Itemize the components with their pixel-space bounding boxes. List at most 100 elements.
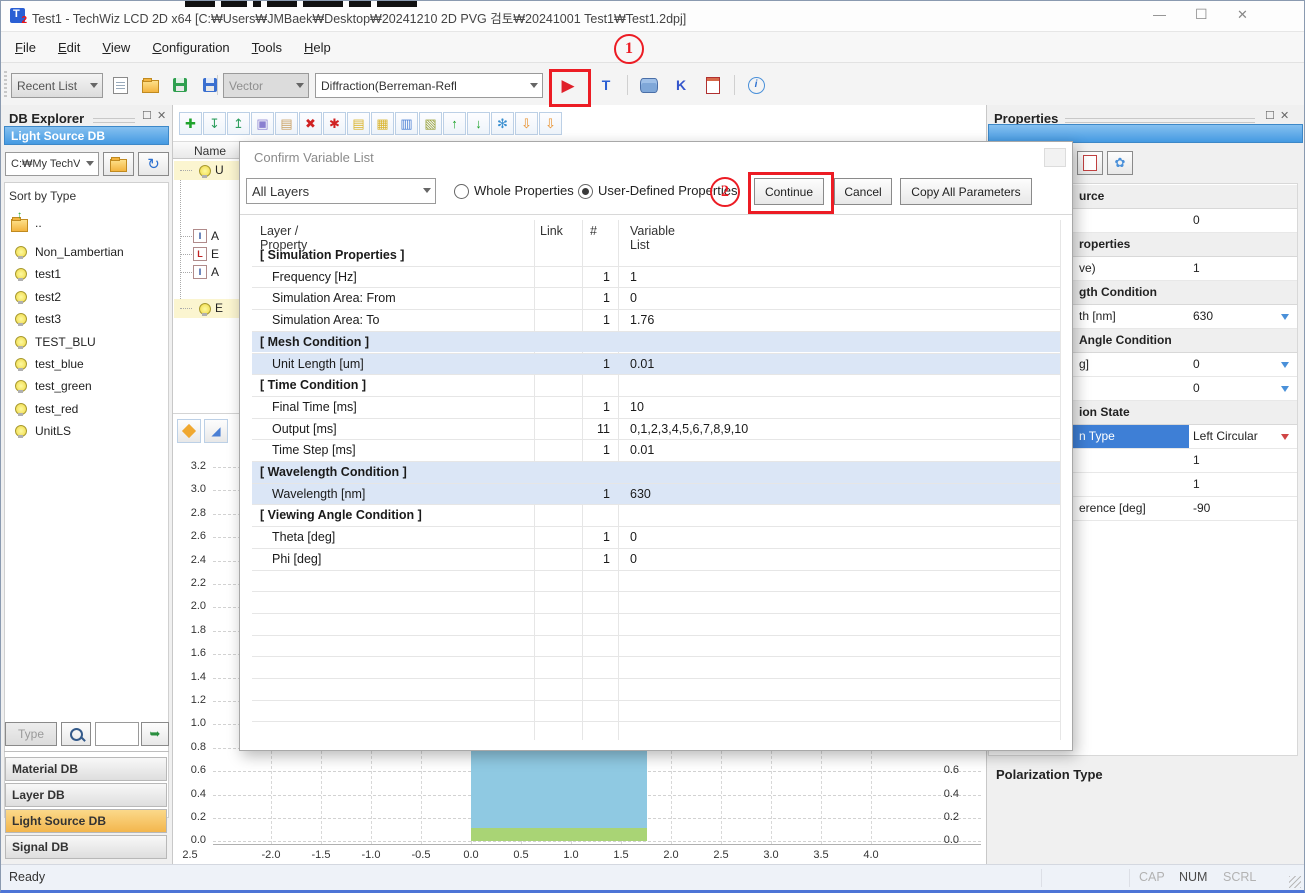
main-tool-3-button[interactable]: ▣	[251, 112, 274, 135]
row-value: 0	[630, 291, 637, 305]
db-open-folder-button[interactable]	[103, 152, 134, 176]
row-label: Final Time [ms]	[272, 400, 357, 414]
db-list-item[interactable]: test2	[11, 288, 166, 308]
y-axis-label: 1.8	[176, 624, 206, 636]
recent-list-dropdown[interactable]: Recent List	[11, 73, 103, 98]
maximize-button[interactable]: ☐	[1195, 6, 1208, 23]
toolbar: Recent List Vector Diffraction(Berreman-…	[1, 62, 1304, 107]
solver-dropdown[interactable]: Diffraction(Berreman-Refl	[315, 73, 543, 98]
db-panel-close-icon[interactable]: ✕	[157, 109, 166, 122]
menu-edit[interactable]: Edit	[58, 40, 80, 55]
menu-file[interactable]: File	[15, 40, 36, 55]
y-axis-label: 0.2	[176, 811, 206, 823]
new-file-button[interactable]	[107, 72, 133, 98]
module-k-button[interactable]: K	[668, 72, 694, 98]
notepad-button[interactable]	[700, 72, 726, 98]
close-button[interactable]: ✕	[1237, 7, 1248, 23]
menu-help[interactable]: Help	[304, 40, 331, 55]
x-axis-label: 4.0	[854, 849, 888, 861]
layer-scope-dropdown[interactable]: All Layers	[246, 178, 436, 204]
tool-icon: ▧	[424, 116, 436, 132]
db-refresh-button[interactable]: ↻	[138, 152, 169, 176]
tool-icon: ▤	[352, 116, 364, 132]
db-panel-float-icon[interactable]: ☐	[142, 109, 152, 122]
main-tool-8-button[interactable]: ▦	[371, 112, 394, 135]
vector-mode-dropdown[interactable]: Vector	[223, 73, 309, 98]
db-filter-input[interactable]	[95, 722, 139, 746]
menu-tools[interactable]: Tools	[252, 40, 282, 55]
minimize-button[interactable]: —	[1153, 7, 1166, 22]
db-list-item[interactable]: test_blue	[11, 355, 166, 375]
db-apply-filter-button[interactable]: ➥	[141, 722, 169, 746]
row-value: 0	[630, 530, 637, 544]
status-cap: CAP	[1139, 870, 1165, 884]
main-tool-12-button[interactable]: ↓	[467, 112, 490, 135]
save-button[interactable]	[167, 72, 193, 98]
cancel-button[interactable]: Cancel	[834, 178, 892, 205]
dropdown-arrow-icon[interactable]	[1281, 362, 1289, 368]
chart-tool-1-button[interactable]	[177, 419, 201, 443]
main-tool-7-button[interactable]: ▤	[347, 112, 370, 135]
db-tab-signal-db[interactable]: Signal DB	[5, 835, 167, 859]
db-active-header: Light Source DB	[4, 126, 169, 145]
status-scrl: SCRL	[1223, 870, 1256, 884]
about-info-button[interactable]: i	[743, 72, 769, 98]
properties-tool-color-button[interactable]: ✿	[1107, 151, 1133, 175]
db-list-item[interactable]: test_green	[11, 377, 166, 397]
db-search-button[interactable]	[61, 722, 91, 746]
radio-whole-label[interactable]: Whole Properties	[474, 183, 574, 198]
copy-all-parameters-button[interactable]: Copy All Parameters	[900, 178, 1032, 205]
row-divider	[252, 678, 1060, 679]
export-report-button[interactable]: T	[593, 72, 619, 98]
row-divider	[252, 591, 1060, 592]
y-axis-label: 1.2	[176, 694, 206, 706]
db-tab-layer-db[interactable]: Layer DB	[5, 783, 167, 807]
main-tool-2-button[interactable]: ↥	[227, 112, 250, 135]
save-all-button[interactable]	[197, 72, 223, 98]
database-button[interactable]	[636, 72, 662, 98]
main-tool-10-button[interactable]: ▧	[419, 112, 442, 135]
row-label: Time Step [ms]	[272, 443, 356, 457]
db-tab-light-source-db[interactable]: Light Source DB	[5, 809, 167, 833]
db-explorer-title: DB Explorer	[9, 111, 84, 126]
main-tool-0-button[interactable]: ✚	[179, 112, 202, 135]
main-tool-11-button[interactable]: ↑	[443, 112, 466, 135]
radio-whole-properties[interactable]	[454, 184, 469, 199]
main-tool-13-button[interactable]: ✻	[491, 112, 514, 135]
db-list-item[interactable]: TEST_BLU	[11, 333, 166, 353]
properties-float-icon[interactable]: ☐	[1265, 109, 1275, 122]
properties-close-icon[interactable]: ✕	[1280, 109, 1289, 122]
dropdown-arrow-icon[interactable]	[1281, 386, 1289, 392]
row-value: 1.76	[630, 313, 654, 327]
db-list-item[interactable]: test_red	[11, 400, 166, 420]
db-tab-material-db[interactable]: Material DB	[5, 757, 167, 781]
main-tool-14-button[interactable]: ⇩	[515, 112, 538, 135]
chart-tool-2-button[interactable]: ◢	[204, 419, 228, 443]
resize-grip[interactable]	[1289, 876, 1301, 888]
menu-configuration[interactable]: Configuration	[152, 40, 229, 55]
db-path-dropdown[interactable]: C:₩My TechV	[5, 152, 99, 176]
main-tool-9-button[interactable]: ▥	[395, 112, 418, 135]
menu-view[interactable]: View	[102, 40, 130, 55]
main-tool-4-button[interactable]: ▤	[275, 112, 298, 135]
properties-tool-doc-button[interactable]	[1077, 151, 1103, 175]
tool-icon: ⇩	[521, 116, 532, 132]
dropdown-arrow-icon[interactable]	[1281, 314, 1289, 320]
main-tool-15-button[interactable]: ⇩	[539, 112, 562, 135]
main-tool-1-button[interactable]: ↧	[203, 112, 226, 135]
db-up-folder-item[interactable]: ↑..	[11, 214, 161, 234]
row-divider	[252, 266, 1060, 267]
db-list-item[interactable]: UnitLS	[11, 422, 166, 442]
open-folder-button[interactable]	[137, 72, 163, 98]
dropdown-arrow-icon[interactable]	[1281, 434, 1289, 440]
radio-user-defined-properties[interactable]	[578, 184, 593, 199]
chevron-down-icon	[90, 83, 98, 88]
main-tool-6-button[interactable]: ✱	[323, 112, 346, 135]
db-type-button[interactable]: Type	[5, 722, 57, 746]
dialog-close-button[interactable]	[1044, 148, 1066, 167]
about-info-icon: i	[748, 77, 765, 94]
db-list-item[interactable]: test1	[11, 265, 166, 285]
main-tool-5-button[interactable]: ✖	[299, 112, 322, 135]
db-list-item[interactable]: test3	[11, 310, 166, 330]
db-list-item[interactable]: Non_Lambertian	[11, 243, 166, 263]
